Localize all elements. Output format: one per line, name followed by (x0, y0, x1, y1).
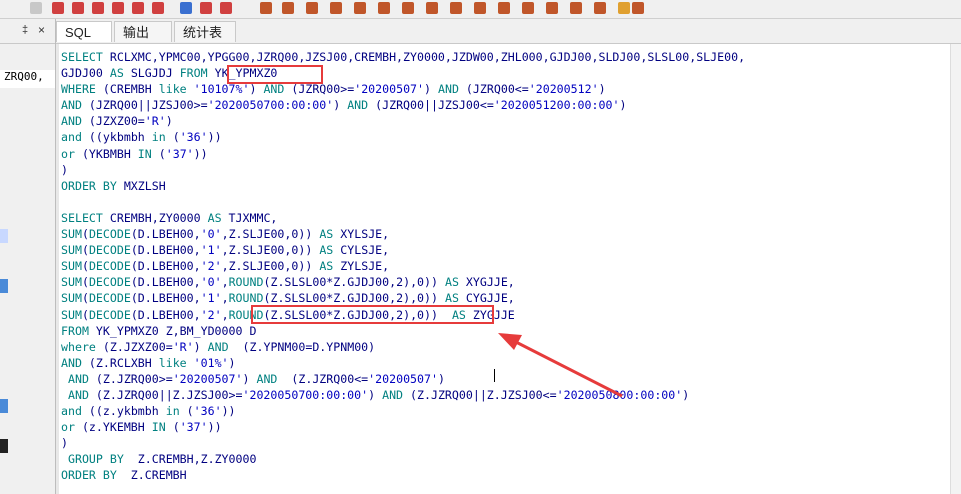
vertical-scrollbar[interactable] (950, 44, 961, 494)
arrow-shaft (511, 338, 623, 398)
arrow-head (498, 333, 522, 350)
annotation-arrow (498, 333, 623, 398)
